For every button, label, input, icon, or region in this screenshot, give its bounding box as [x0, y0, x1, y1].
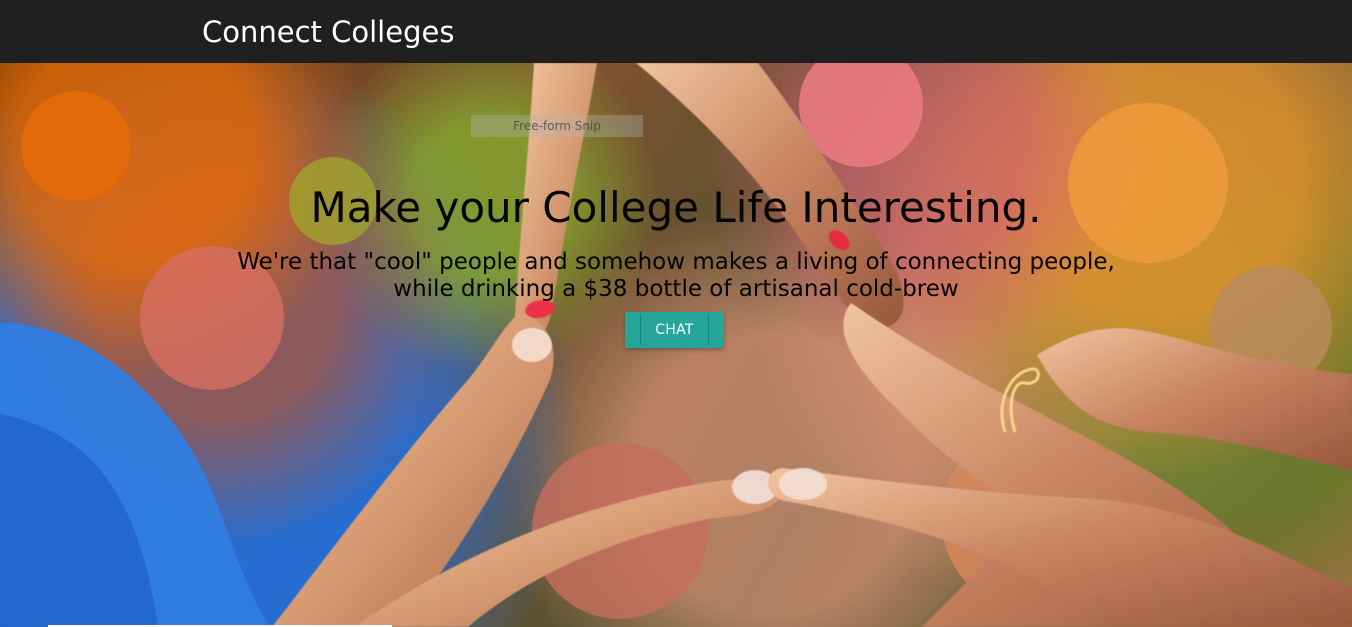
top-navbar: Connect Colleges	[0, 0, 1352, 63]
hero-title: Make your College Life Interesting.	[310, 183, 1042, 232]
free-form-snip-label: Free-form Snip	[471, 115, 643, 137]
left-thumbnail	[512, 328, 552, 362]
landing-page: Connect Colleges Free-form Snip Make you…	[0, 0, 1352, 627]
brand-logo-link[interactable]: Connect Colleges	[202, 13, 454, 51]
hero-subtitle: We're that "cool" people and somehow mak…	[237, 249, 1115, 302]
chat-button[interactable]: CHAT	[625, 312, 724, 348]
hero-section: Free-form Snip Make your College Life In…	[0, 63, 1352, 627]
right-lower-nail	[779, 468, 827, 500]
